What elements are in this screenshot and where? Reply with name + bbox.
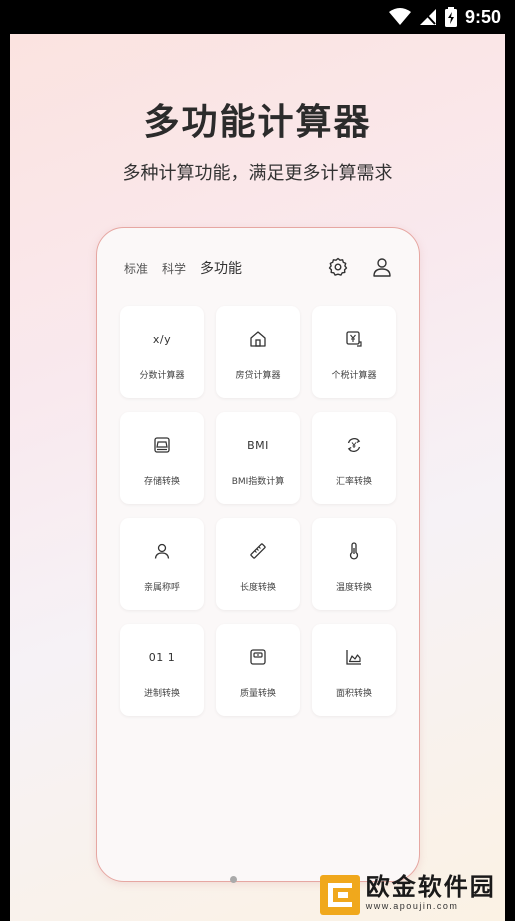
house-icon <box>216 328 300 350</box>
tile-label: 面积转换 <box>335 689 372 699</box>
tile-mortgage-calculator[interactable]: 房贷计算器 <box>216 306 300 398</box>
tab-standard[interactable]: 标准 <box>124 260 148 277</box>
tile-label: 房贷计算器 <box>235 371 281 381</box>
battery-icon <box>444 7 457 27</box>
watermark-text: 欧金软件园 www.apoujin.com <box>366 873 515 917</box>
promo-subtitle: 多种计算功能，满足更多计算需求 <box>122 163 393 184</box>
tile-income-tax-calculator[interactable]: 个税计算器 <box>312 306 396 398</box>
tile-label: 质量转换 <box>239 689 276 699</box>
tile-label: 长度转换 <box>239 583 276 593</box>
scale-icon <box>216 646 300 668</box>
person-icon <box>120 540 204 562</box>
thermometer-icon <box>312 540 396 562</box>
tax-icon <box>312 328 396 350</box>
fraction-icon: x/y <box>152 332 172 346</box>
exchange-icon <box>312 434 396 456</box>
settings-button[interactable] <box>327 256 349 278</box>
bmi-icon: BMI <box>247 438 269 452</box>
tile-relative-titles[interactable]: 亲属称呼 <box>120 518 204 610</box>
tile-mass-conversion[interactable]: 质量转换 <box>216 624 300 716</box>
status-time: 9:50 <box>464 6 501 27</box>
tile-area-conversion[interactable]: 面积转换 <box>312 624 396 716</box>
tile-label: 个税计算器 <box>331 371 377 381</box>
wifi-icon <box>388 8 411 25</box>
storage-icon <box>120 434 204 456</box>
area-chart-icon <box>312 646 396 668</box>
tile-label: 温度转换 <box>335 583 372 593</box>
tile-length-conversion[interactable]: 长度转换 <box>216 518 300 610</box>
watermark-url: www.apoujin.com <box>365 900 459 911</box>
promo-title: 多功能计算器 <box>143 102 372 143</box>
tile-label: 存储转换 <box>143 477 180 487</box>
binary-icon: 01 1 <box>148 650 176 664</box>
tile-base-conversion[interactable]: 01 1 进制转换 <box>120 624 204 716</box>
tile-label: 亲属称呼 <box>143 583 180 593</box>
watermark-name: 欧金软件园 <box>365 872 496 901</box>
status-icons: 9:50 <box>388 6 501 28</box>
calculator-tabs: 标准 科学 多功能 <box>124 258 242 278</box>
watermark: 欧金软件园 www.apoujin.com <box>320 868 515 921</box>
user-icon <box>373 258 391 277</box>
status-bar: 9:50 <box>0 0 515 34</box>
no-signal-icon <box>419 9 436 25</box>
tile-bmi-calculator[interactable]: BMI BMI指数计算 <box>216 412 300 504</box>
page-indicator <box>230 876 237 883</box>
tile-fraction-calculator[interactable]: x/y 分数计算器 <box>120 306 204 398</box>
tile-label: 汇率转换 <box>335 477 372 487</box>
tab-multifunction[interactable]: 多功能 <box>200 258 242 278</box>
tile-temperature-conversion[interactable]: 温度转换 <box>312 518 396 610</box>
tile-exchange-rate-conversion[interactable]: 汇率转换 <box>312 412 396 504</box>
tile-label: 分数计算器 <box>139 371 185 381</box>
watermark-logo-icon <box>320 874 360 915</box>
tile-label: 进制转换 <box>143 689 180 699</box>
phone-mockup: 标准 科学 多功能 x/y 分数计算器 房贷计算器 个税计算器 存储转换 BMI… <box>96 227 420 883</box>
tile-label: BMI指数计算 <box>231 477 285 487</box>
ruler-icon <box>216 540 300 562</box>
gear-icon <box>328 257 348 276</box>
tile-storage-conversion[interactable]: 存储转换 <box>120 412 204 504</box>
tab-scientific[interactable]: 科学 <box>162 260 186 277</box>
profile-button[interactable] <box>371 256 393 278</box>
